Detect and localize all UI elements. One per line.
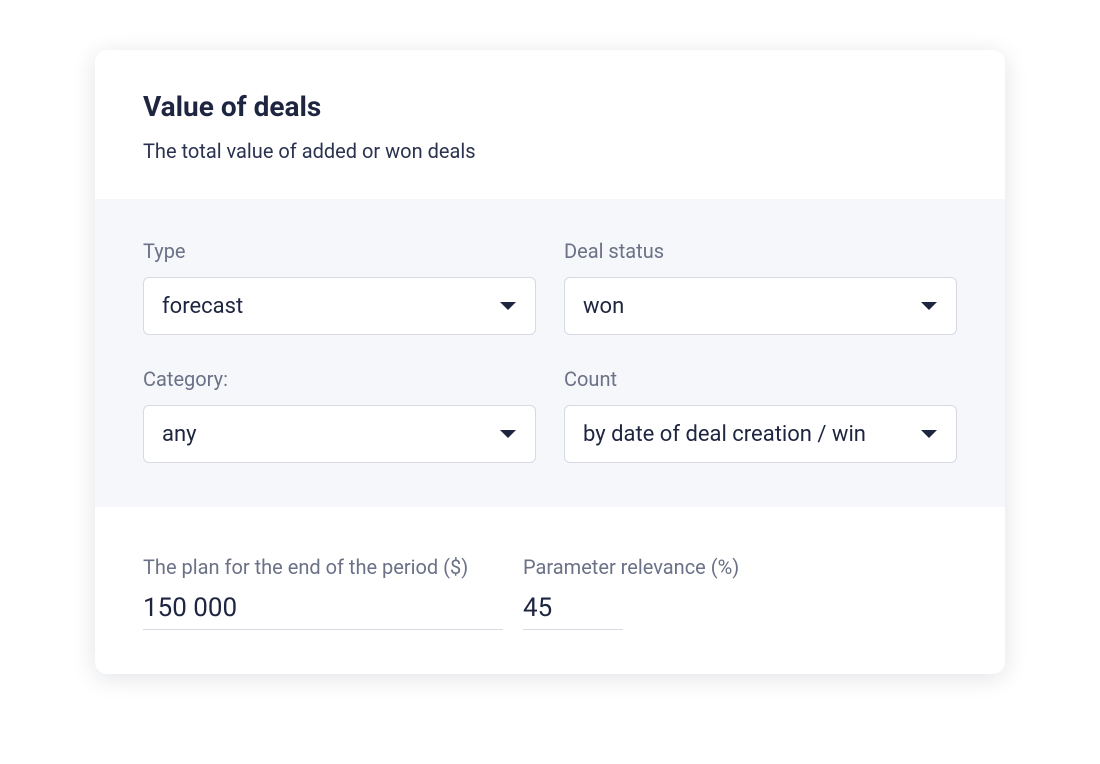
- plan-end-of-period-field: The plan for the end of the period ($): [143, 555, 503, 630]
- caret-down-icon: [499, 425, 517, 444]
- filters-section: Type forecast Deal status won Category: …: [95, 199, 1005, 507]
- field-label-category: Category:: [143, 367, 536, 391]
- plan-end-of-period-label: The plan for the end of the period ($): [143, 555, 503, 579]
- parameter-relevance-input[interactable]: [523, 593, 623, 623]
- value-of-deals-card: Value of deals The total value of added …: [95, 50, 1005, 674]
- caret-down-icon: [920, 297, 938, 316]
- plan-end-of-period-input-wrap: [143, 589, 503, 630]
- count-select-value: by date of deal creation / win: [583, 422, 910, 447]
- caret-down-icon: [920, 425, 938, 444]
- card-title: Value of deals: [143, 90, 957, 123]
- parameter-relevance-input-wrap: [523, 589, 623, 630]
- count-select[interactable]: by date of deal creation / win: [564, 405, 957, 463]
- field-label-count: Count: [564, 367, 957, 391]
- parameter-relevance-label: Parameter relevance (%): [523, 555, 739, 579]
- deal-status-select-value: won: [583, 294, 910, 319]
- caret-down-icon: [499, 297, 517, 316]
- field-type: Type forecast: [143, 239, 536, 335]
- field-count: Count by date of deal creation / win: [564, 367, 957, 463]
- field-label-deal-status: Deal status: [564, 239, 957, 263]
- type-select-value: forecast: [162, 294, 489, 319]
- plan-end-of-period-input[interactable]: [143, 593, 503, 623]
- category-select[interactable]: any: [143, 405, 536, 463]
- card-header: Value of deals The total value of added …: [95, 50, 1005, 199]
- field-category: Category: any: [143, 367, 536, 463]
- field-deal-status: Deal status won: [564, 239, 957, 335]
- field-label-type: Type: [143, 239, 536, 263]
- deal-status-select[interactable]: won: [564, 277, 957, 335]
- plan-section: The plan for the end of the period ($) P…: [95, 507, 1005, 674]
- card-subtitle: The total value of added or won deals: [143, 139, 957, 163]
- parameter-relevance-field: Parameter relevance (%): [523, 555, 739, 630]
- type-select[interactable]: forecast: [143, 277, 536, 335]
- category-select-value: any: [162, 422, 489, 447]
